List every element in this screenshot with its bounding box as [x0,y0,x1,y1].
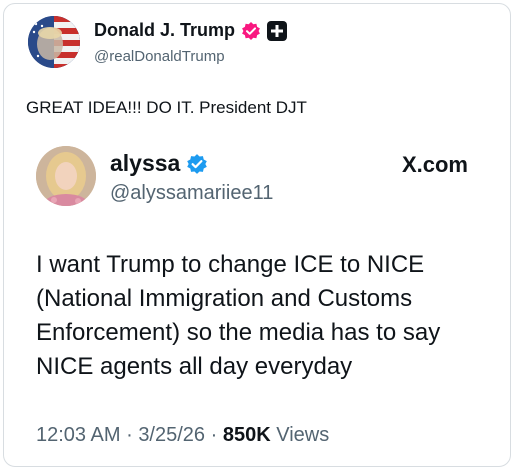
quoted-post-text: I want Trump to change ICE to NICE (Nati… [36,251,441,380]
post-time[interactable]: 12:03 AM [36,424,121,446]
quoted-name-row: alyssa [110,150,208,177]
verified-badge-icon [186,153,208,175]
profile-photo-image [36,146,96,206]
author-handle[interactable]: @realDonaldTrump [94,48,225,65]
meta-separator: · [126,424,133,446]
views-count: 850K [222,424,271,446]
views-label: Views [276,424,330,446]
quoted-author-avatar[interactable] [36,146,96,206]
author-avatar[interactable] [28,16,80,68]
meta-separator: · [210,424,218,446]
post-card: Donald J. Trump @realDonaldTrump GREAT I… [3,3,511,467]
affiliation-badge-icon [267,20,288,41]
quoted-post[interactable]: alyssa @alyssamariiee11 X.com I want Tru… [24,132,498,458]
quoted-handle[interactable]: @alyssamariiee11 [110,182,273,205]
post-date[interactable]: 3/25/26 [138,424,205,446]
post-meta: 12:03 AM · 3/25/26 · 850K Views [36,424,329,447]
post-text: GREAT IDEA!!! DO IT. President DJT [26,98,307,117]
flag-portrait-image [28,16,80,68]
post-header: Donald J. Trump @realDonaldTrump [28,16,488,72]
author-name-row: Donald J. Trump [94,20,288,41]
source-label: X.com [401,152,468,177]
verified-badge-icon [241,21,261,41]
author-display-name[interactable]: Donald J. Trump [94,20,235,41]
quoted-display-name[interactable]: alyssa [110,150,180,177]
